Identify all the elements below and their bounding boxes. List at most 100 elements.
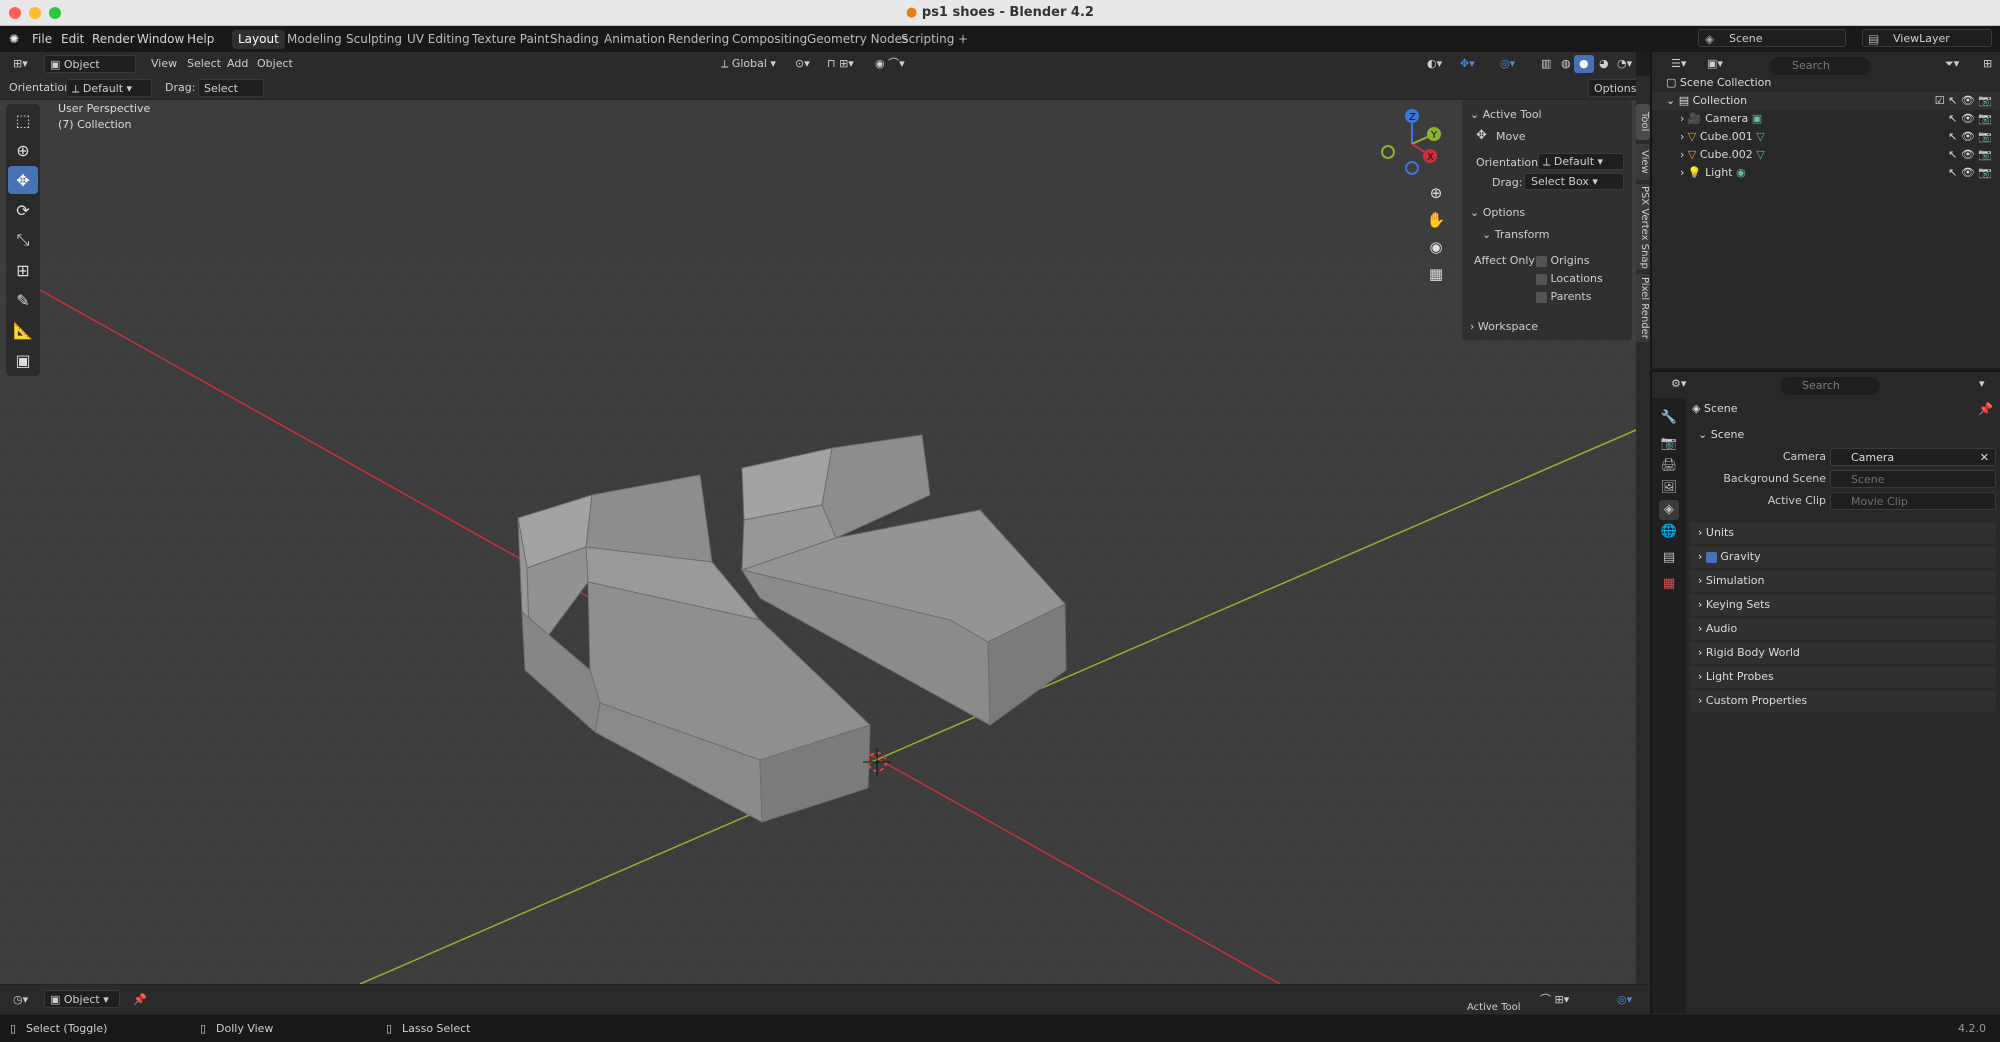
tree-item-camera[interactable]: › 🎥 Camera ▣ ↖ 👁 📷 [1652,110,2000,128]
outliner-editor-icon[interactable]: ☰▾ [1666,55,1691,73]
overlay-toggle-icon[interactable]: ◎▾ [1495,55,1520,73]
panel-rigid-body-world[interactable]: › Rigid Body World [1690,642,1996,664]
display-mode-icon[interactable]: ▣▾ [1702,55,1728,73]
pin-context-icon[interactable]: 📌 [1978,402,1993,416]
orientation-dropdown[interactable]: ⟂ Default ▾ [66,79,152,97]
material-shading-icon[interactable]: ◕ [1594,55,1614,73]
cube002-visibility-icons[interactable]: ↖ 👁 📷 [1948,146,1992,164]
tool-props-tab-icon[interactable]: 🔧 [1659,408,1679,428]
outliner-search-input[interactable]: Search [1770,57,1870,75]
menu-view[interactable]: View [146,55,182,73]
xray-icon[interactable]: ▥ [1536,55,1556,73]
tab-tool[interactable]: Tool [1636,104,1650,140]
active-tool-header[interactable]: ⌄ Active Tool [1470,108,1542,121]
menu-add[interactable]: Add [222,55,253,73]
clear-camera-icon[interactable]: ✕ [1980,449,1989,467]
cursor-tool-icon[interactable]: ⊕ [8,136,38,164]
3d-viewport[interactable]: User Perspective (7) Collection ⬚ ⊕ ✥ ⟳ … [0,100,1636,984]
editor-type-icon[interactable]: ⊞▾ [8,55,33,73]
tab-view[interactable]: View [1636,144,1650,180]
panel-simulation[interactable]: › Simulation [1690,570,1996,592]
new-collection-icon[interactable]: ⊞ [1978,55,1997,73]
workspace-header[interactable]: › Workspace [1470,320,1538,333]
drag-dropdown[interactable]: Select Box▾ [198,79,264,113]
camera-visibility-icons[interactable]: ↖ 👁 📷 [1948,110,1992,128]
proportional-edit-icon[interactable]: ◉ ⌒▾ [870,55,910,73]
locations-checkbox[interactable]: Locations [1536,272,1603,285]
tree-item-light[interactable]: › 💡 Light ◉ ↖ 👁 📷 [1652,164,2000,182]
rotate-tool-icon[interactable]: ⟳ [8,196,38,224]
origins-checkbox[interactable]: Origins [1536,254,1589,267]
bottom-editor-type-icon[interactable]: ◷▾ [8,991,33,1009]
world-props-tab-icon[interactable]: 🌐 [1659,522,1679,542]
visibility-icon[interactable]: ◐▾ [1422,55,1447,73]
npanel-orientation-dropdown[interactable]: ⟂ Default ▾ [1538,153,1624,170]
bottom-snap-icon[interactable]: ⌒ ⊞▾ [1535,991,1574,1009]
tab-uv-editing[interactable]: UV Editing [401,30,476,49]
pivot-icon[interactable]: ⊙▾ [790,55,815,73]
menu-render[interactable]: Render [92,31,135,47]
tab-layout[interactable]: Layout [232,30,285,49]
parents-checkbox[interactable]: Parents [1536,290,1591,303]
menu-object[interactable]: Object [252,55,298,73]
active-clip-field[interactable]: Movie Clip [1830,492,1996,510]
filter-icon[interactable]: ⏷▾ [1940,55,1964,73]
tab-psx-vertex-snap[interactable]: PSX Vertex Snap [1636,184,1650,270]
close-window-button[interactable] [9,7,21,19]
texture-props-tab-icon[interactable]: ▦ [1659,574,1679,594]
select-box-tool-icon[interactable]: ⬚ [8,106,38,134]
scene-props-tab-icon[interactable]: ◈ [1659,500,1679,520]
tab-scripting[interactable]: Scripting [895,30,960,49]
bottom-mode-dropdown[interactable]: ▣ Object ▾ [44,990,120,1008]
move-tool-icon[interactable]: ✥ [8,166,38,194]
transform-tool-icon[interactable]: ⊞ [8,256,38,284]
scale-tool-icon[interactable]: ⤡ [8,226,38,254]
menu-select[interactable]: Select [182,55,226,73]
measure-tool-icon[interactable]: 📐 [8,316,38,344]
tree-item-cube-001[interactable]: › ▽ Cube.001 ▽ ↖ 👁 📷 [1652,128,2000,146]
properties-editor-icon[interactable]: ⚙▾ [1666,375,1691,393]
panel-custom-properties[interactable]: › Custom Properties [1690,690,1996,712]
tab-texture-paint[interactable]: Texture Paint [466,30,555,49]
panel-light-probes[interactable]: › Light Probes [1690,666,1996,688]
gizmo-toggle-icon[interactable]: ✥▾ [1455,55,1480,73]
output-props-tab-icon[interactable]: 🖨 [1659,456,1679,476]
panel-keying-sets[interactable]: › Keying Sets [1690,594,1996,616]
menu-file[interactable]: File [32,31,52,47]
panel-units[interactable]: › Units [1690,522,1996,544]
zoom-icon[interactable]: ⊕ [1424,180,1448,207]
navigation-gizmo[interactable]: Z Y X [1378,104,1458,184]
tab-pixel-render[interactable]: Pixel Render [1636,274,1650,342]
tab-sculpting[interactable]: Sculpting [340,30,408,49]
snap-icon[interactable]: ⊓ ⊞▾ [822,55,859,73]
tree-item-cube-002[interactable]: › ▽ Cube.002 ▽ ↖ 👁 📷 [1652,146,2000,164]
panel-audio[interactable]: › Audio [1690,618,1996,640]
options-header[interactable]: ⌄ Options [1470,206,1525,219]
bottom-overlay-icon[interactable]: ◎▾ [1612,991,1637,1009]
solid-shading-icon[interactable]: ● [1574,55,1594,73]
gravity-checkbox[interactable] [1705,551,1717,563]
scene-selector[interactable]: Scene [1698,29,1846,47]
blender-logo-icon[interactable]: ✺ [9,31,19,47]
properties-search-input[interactable]: Search [1780,377,1880,395]
light-visibility-icons[interactable]: ↖ 👁 📷 [1948,164,1992,182]
collection-visibility-icons[interactable]: ☑ ↖ 👁 📷 [1935,92,1992,110]
viewport-scene[interactable] [0,100,1636,984]
tab-shading[interactable]: Shading [544,30,605,49]
transform-subheader[interactable]: ⌄ Transform [1482,228,1549,241]
zoom-window-button[interactable] [49,7,61,19]
wireframe-shading-icon[interactable]: ◍ [1556,55,1576,73]
view-layer-props-tab-icon[interactable]: 🖼 [1659,478,1679,498]
tab-modeling[interactable]: Modeling [281,30,348,49]
viewlayer-selector[interactable]: ViewLayer [1862,29,1992,47]
menu-help[interactable]: Help [187,31,214,47]
menu-edit[interactable]: Edit [61,31,84,47]
menu-window[interactable]: Window [137,31,184,47]
render-props-tab-icon[interactable]: 📷 [1659,434,1679,454]
scene-camera-field[interactable]: Camera ✕ [1830,448,1996,466]
scene-section-header[interactable]: ⌄ Scene [1690,424,1996,446]
properties-options-icon[interactable]: ▾ [1974,375,1990,393]
add-workspace-button[interactable]: + [952,30,974,49]
perspective-toggle-icon[interactable]: ▦ [1424,261,1448,288]
tree-scene-collection[interactable]: ▢ Scene Collection [1652,74,2000,92]
